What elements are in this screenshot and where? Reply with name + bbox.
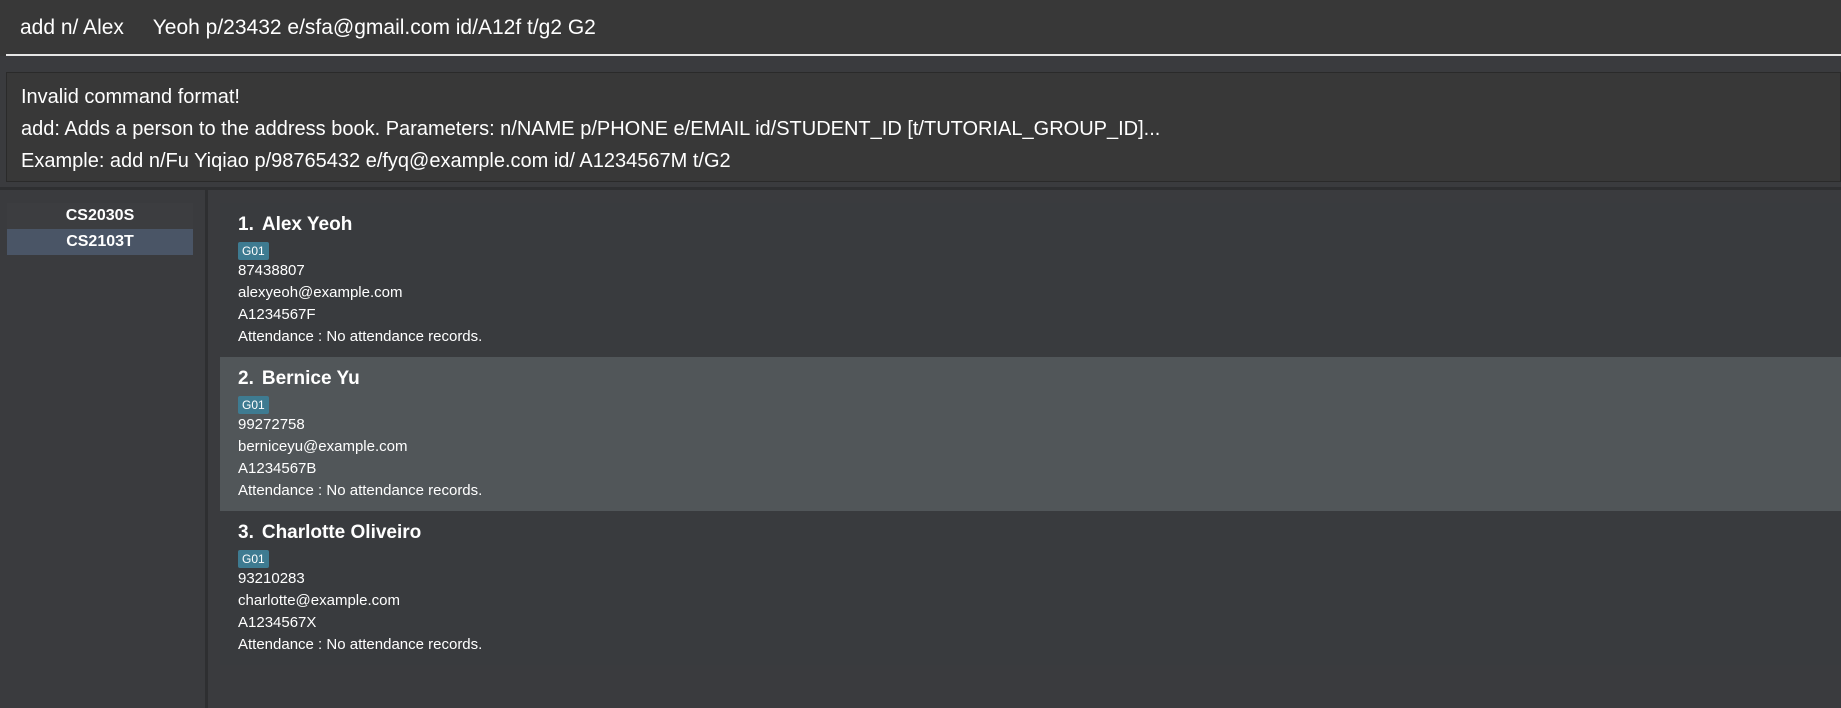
panel-divider [0, 187, 1841, 190]
person-phone: 87438807 [238, 262, 305, 279]
tutorial-group-tag: G01 [238, 396, 269, 414]
person-name-row: 3. Charlotte Oliveiro [238, 520, 1841, 546]
person-phone: 99272758 [238, 416, 305, 433]
person-card[interactable]: 1. Alex Yeoh G01 87438807 alexyeoh@exampl… [220, 203, 1841, 357]
person-student-id: A1234567F [238, 306, 316, 323]
person-attendance: Attendance : No attendance records. [238, 636, 483, 653]
command-input[interactable] [20, 16, 1821, 40]
result-line-error: Invalid command format! [21, 86, 240, 108]
module-item-cs2103t[interactable]: CS2103T [7, 229, 193, 255]
person-name: Charlotte Oliveiro [261, 522, 422, 543]
person-index: 1. [238, 214, 254, 235]
person-index: 2. [238, 368, 254, 389]
person-name-row: 1. Alex Yeoh [238, 212, 1841, 238]
module-list: CS2030S CS2103T [7, 203, 193, 255]
person-index: 3. [238, 522, 254, 543]
person-name-row: 2. Bernice Yu [238, 366, 1841, 392]
person-student-id: A1234567B [238, 460, 317, 477]
command-input-underline [6, 54, 1841, 56]
person-name: Alex Yeoh [261, 214, 353, 235]
person-card[interactable]: 2. Bernice Yu G01 99272758 berniceyu@exam… [220, 357, 1841, 511]
result-line-usage: add: Adds a person to the address book. … [21, 118, 1161, 140]
module-sidebar: CS2030S CS2103T [0, 190, 205, 708]
sidebar-divider [205, 190, 208, 708]
command-box [0, 0, 1841, 56]
person-card[interactable]: 3. Charlotte Oliveiro G01 93210283 charlo… [220, 511, 1841, 665]
person-name: Bernice Yu [261, 368, 360, 389]
person-phone: 93210283 [238, 570, 305, 587]
person-email: berniceyu@example.com [238, 438, 408, 455]
person-student-id: A1234567X [238, 614, 317, 631]
person-attendance: Attendance : No attendance records. [238, 482, 483, 499]
module-item-cs2030s[interactable]: CS2030S [7, 203, 193, 229]
tutorial-group-tag: G01 [238, 550, 269, 568]
tutorial-group-tag: G01 [238, 242, 269, 260]
person-email: alexyeoh@example.com [238, 284, 403, 301]
person-list: 1. Alex Yeoh G01 87438807 alexyeoh@exampl… [220, 203, 1841, 665]
person-attendance: Attendance : No attendance records. [238, 328, 483, 345]
person-email: charlotte@example.com [238, 592, 400, 609]
app-window: Invalid command format! add: Adds a pers… [0, 0, 1841, 708]
result-display: Invalid command format! add: Adds a pers… [6, 72, 1841, 182]
result-line-example: Example: add n/Fu Yiqiao p/98765432 e/fy… [21, 150, 731, 172]
